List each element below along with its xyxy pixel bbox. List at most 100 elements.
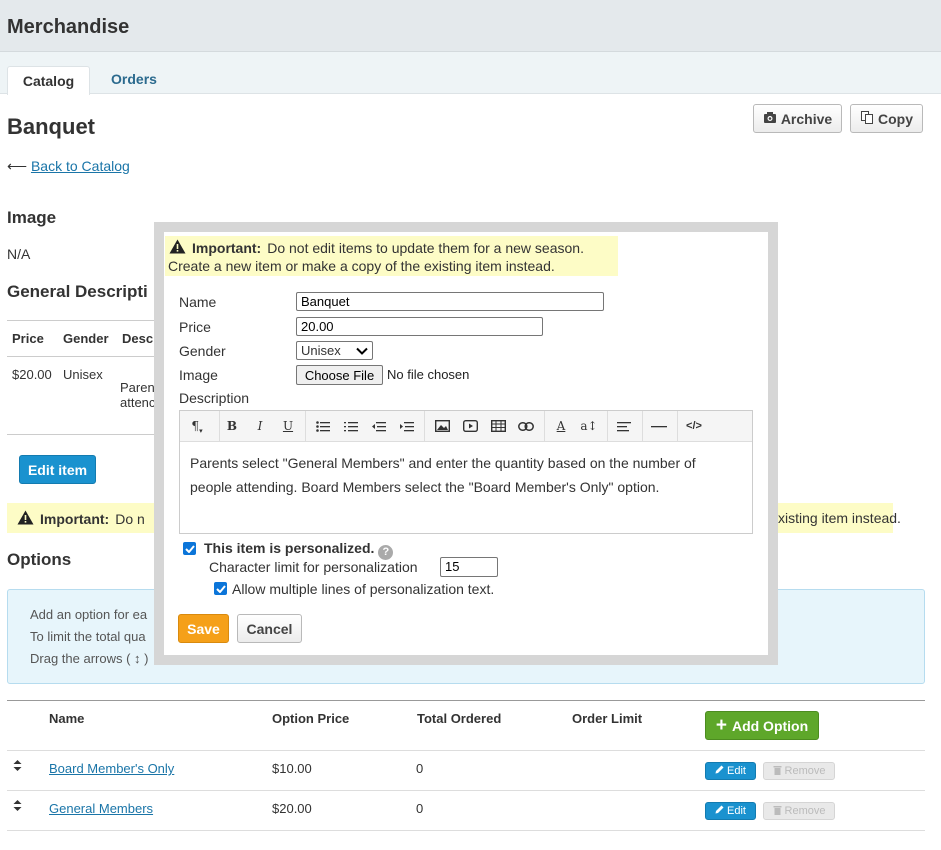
toolbar-separator [677,411,678,442]
archive-label: Archive [780,110,833,127]
warning-text-right: xisting item instead. [778,510,901,526]
edit-option-label: Edit [727,805,746,817]
table-row: Board Member's Only $10.00 0 Edit Remove [0,750,941,790]
edit-option-button[interactable]: Edit [705,762,756,780]
back-to-catalog-link[interactable]: Back to Catalog [31,158,130,174]
info-line: Add an option for ea [30,607,148,622]
insert-table-icon[interactable] [485,415,511,437]
horizontal-rule-icon[interactable] [646,415,672,437]
table-cell-description: attenc [120,395,156,410]
app-header: Merchandise [0,0,941,52]
numbered-list-icon[interactable] [338,415,364,437]
paragraph-style-icon[interactable]: ¶ ▾ [184,415,210,437]
modal-warning-bold: Important: [192,240,262,256]
option-total-ordered: 0 [416,761,424,776]
info-line: To limit the total qua [30,629,146,644]
align-icon[interactable] [611,415,637,437]
insert-video-icon[interactable] [457,415,483,437]
back-arrow-icon: ⟵ [7,158,28,174]
edit-item-button[interactable]: Edit item [19,455,96,484]
image-value: N/A [7,246,31,262]
image-heading: Image [7,208,57,227]
indent-icon[interactable] [394,415,420,437]
char-limit-label: Character limit for personalization [209,559,418,575]
edit-option-label: Edit [727,765,746,777]
table-row: General Members $20.00 0 Edit Remove [0,790,941,830]
remove-option-button[interactable]: Remove [763,802,835,820]
no-file-text: No file chosen [387,367,470,382]
trash-icon [773,805,782,818]
price-input[interactable]: 20.00 [296,317,543,336]
toolbar-separator [642,411,643,442]
choose-file-button[interactable]: Choose File [296,365,383,385]
table-divider [7,700,925,701]
toolbar-separator [544,411,545,442]
remove-option-button[interactable]: Remove [763,762,835,780]
save-button[interactable]: Save [178,614,229,643]
app-title: Merchandise [7,16,130,38]
table-divider [7,434,167,435]
gender-select[interactable]: Unisex [296,341,373,360]
trash-icon [773,765,782,778]
bold-icon[interactable]: B [219,415,245,437]
remove-option-label: Remove [784,765,826,777]
drag-handle-icon[interactable] [13,760,22,774]
image-label: Image [179,367,218,383]
archive-button[interactable]: Archive [753,104,842,133]
option-price: $20.00 [272,801,312,816]
insert-link-icon[interactable] [513,415,539,437]
edit-option-button[interactable]: Edit [705,802,756,820]
insert-image-icon[interactable] [429,415,455,437]
modal-warning-line2: Create a new item or make a copy of the … [168,258,555,274]
font-size-icon[interactable]: a↕ [576,415,602,437]
bullet-list-icon[interactable] [310,415,336,437]
tab-catalog[interactable]: Catalog [7,66,90,95]
code-view-icon[interactable]: </> [681,415,707,437]
cancel-button[interactable]: Cancel [237,614,302,643]
remove-option-label: Remove [784,805,826,817]
personalized-label: This item is personalized. [204,540,375,556]
breadcrumb: ⟵ Back to Catalog [7,158,130,175]
info-line: Drag the arrows ( ↕ ) [30,651,149,666]
underline-icon[interactable]: U [275,415,301,437]
drag-handle-icon[interactable] [13,800,22,814]
table-header-description: Desc [122,331,154,346]
toolbar-separator [607,411,608,442]
rich-text-editor: ¶ ▾ B I U A a↕ </> Parents select "Gener… [179,410,753,534]
warning-icon [17,510,34,528]
copy-button[interactable]: Copy [850,104,923,133]
modal-warning-banner: Important: Do not edit items to update t… [165,236,618,276]
add-option-button[interactable]: + Add Option [705,711,819,740]
chevron-down-icon [356,343,368,358]
font-color-icon[interactable]: A [548,415,574,437]
outdent-icon[interactable] [366,415,392,437]
description-editor[interactable]: Parents select "General Members" and ent… [190,451,740,499]
options-header-total: Total Ordered [417,711,502,726]
option-total-ordered: 0 [416,801,424,816]
page-title: Banquet [7,114,95,139]
copy-label: Copy [878,110,913,127]
editor-toolbar: ¶ ▾ B I U A a↕ </> [180,411,752,442]
table-divider [7,356,167,357]
description-heading: General Descripti [7,282,148,301]
tab-orders[interactable]: Orders [96,65,172,95]
personalized-checkbox[interactable] [183,542,196,555]
pencil-icon [715,805,724,817]
char-limit-input[interactable]: 15 [440,557,498,577]
toolbar-separator [305,411,306,442]
table-header-price: Price [12,331,44,346]
tab-bar: Catalog Orders [0,52,941,95]
table-divider [7,830,925,831]
table-cell-price: $20.00 [12,367,52,382]
gender-select-value: Unisex [301,343,341,358]
option-name-link[interactable]: Board Member's Only [49,761,174,776]
help-icon[interactable]: ? [378,544,394,560]
option-price: $10.00 [272,761,312,776]
italic-icon[interactable]: I [247,415,273,437]
toolbar-separator [424,411,425,442]
name-input[interactable]: Banquet [296,292,604,311]
warning-icon [169,239,186,257]
table-header-gender: Gender [63,331,109,346]
option-name-link[interactable]: General Members [49,801,153,816]
multiline-checkbox[interactable] [214,582,227,595]
